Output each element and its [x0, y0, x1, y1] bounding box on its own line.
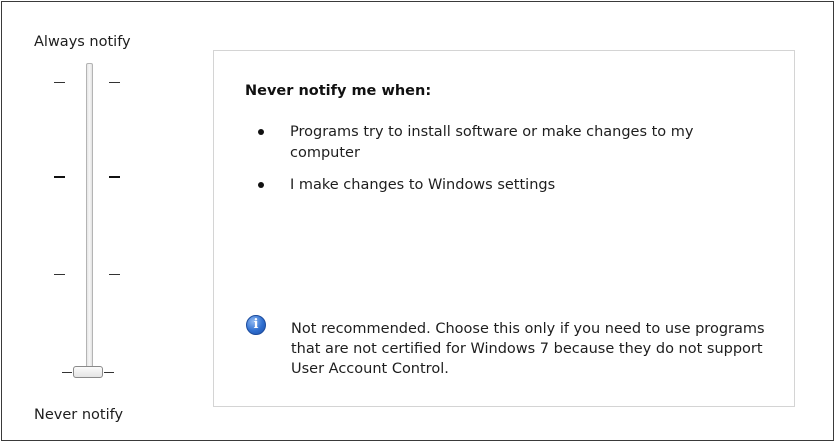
list-item: I make changes to Windows settings: [245, 175, 765, 196]
bullet-icon: [258, 182, 264, 188]
slider-tick-left-1: [54, 82, 65, 83]
slider-track[interactable]: [86, 63, 93, 375]
slider-tick-left-2: [54, 176, 65, 178]
panel-title: Never notify me when:: [245, 83, 432, 99]
description-panel: Never notify me when: Programs try to in…: [213, 50, 795, 407]
slider-tick-right-3: [109, 274, 120, 275]
list-item: Programs try to install software or make…: [245, 122, 765, 164]
bullet-text: I make changes to Windows settings: [290, 177, 556, 193]
never-notify-label: Never notify: [34, 407, 124, 423]
always-notify-label: Always notify: [34, 34, 131, 50]
slider-tick-left-4: [62, 372, 72, 373]
recommendation-note: Not recommended. Choose this only if you…: [291, 321, 765, 377]
bullet-text: Programs try to install software or make…: [290, 124, 694, 161]
slider-tick-right-1: [109, 82, 120, 83]
bullet-icon: [258, 129, 264, 135]
slider-tick-right-2: [109, 176, 120, 178]
slider-tick-right-4: [104, 372, 114, 373]
bullet-list: Programs try to install software or make…: [245, 122, 765, 207]
slider-tick-left-3: [54, 274, 65, 275]
slider-thumb[interactable]: [73, 366, 103, 378]
info-icon: i: [246, 315, 266, 335]
